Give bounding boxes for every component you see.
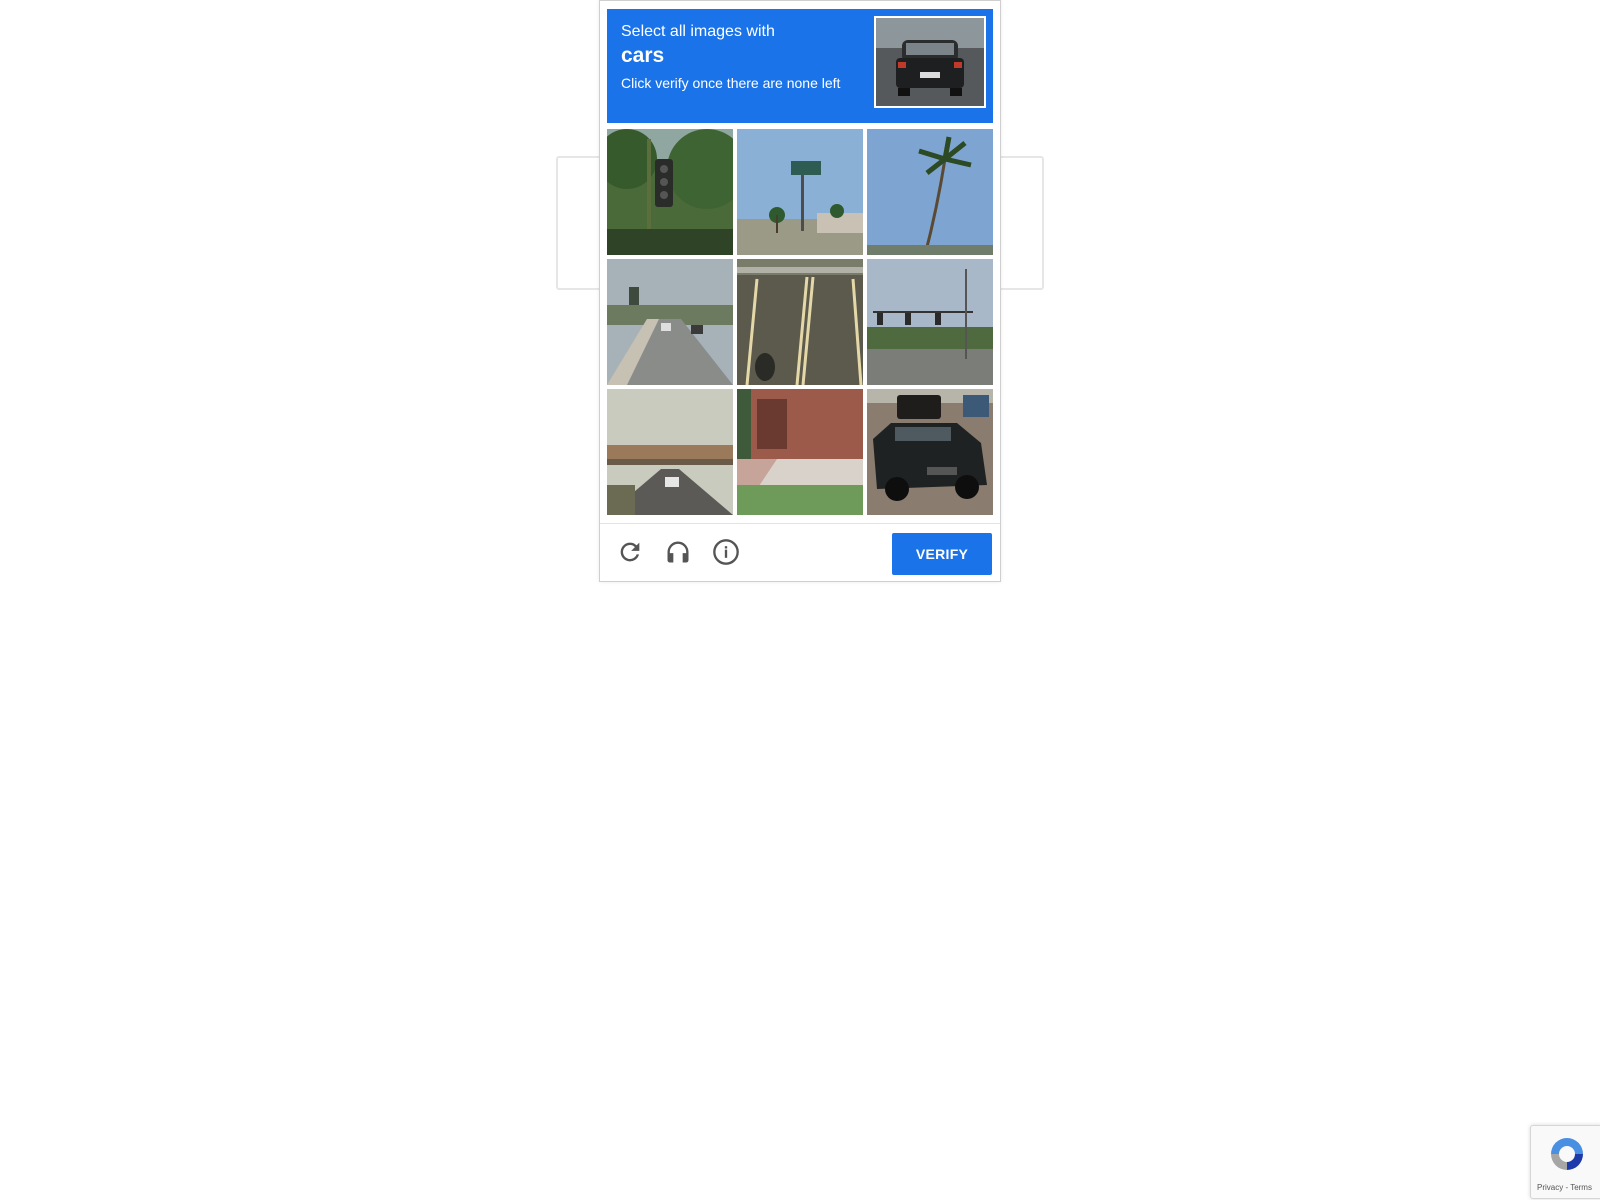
recaptcha-logo-icon [1551,1138,1583,1170]
image-tile-9[interactable] [867,389,993,515]
image-tile-5[interactable] [737,259,863,385]
headphones-icon [667,541,689,563]
image-tile-6[interactable] [867,259,993,385]
audio-challenge-button[interactable] [662,536,694,568]
challenge-header: Select all images with cars Click verify… [607,9,993,123]
image-tile-3[interactable] [867,129,993,255]
recaptcha-challenge: Select all images with cars Click verify… [599,0,1001,582]
verify-button[interactable]: VERIFY [892,533,992,575]
instruction-text: Select all images with [621,23,775,40]
instruction-subtext: Click verify once there are none left [621,75,841,91]
info-icon [713,539,739,565]
road-lane-lines-image [737,259,863,385]
car-rear-sample-icon [876,18,984,106]
challenge-footer: VERIFY [600,523,1000,582]
brick-building-steps-image [737,389,863,515]
image-tile-7[interactable] [607,389,733,515]
reload-button[interactable] [614,536,646,568]
target-keyword: cars [621,44,665,67]
info-button[interactable] [710,536,742,568]
privacy-terms-links[interactable]: Privacy - Terms [1537,1183,1592,1192]
sample-image [874,16,986,108]
image-tile-1[interactable] [607,129,733,255]
sign-pole-palms-image [737,129,863,255]
recaptcha-badge[interactable]: Privacy - Terms [1530,1125,1600,1199]
image-tile-8[interactable] [737,389,863,515]
intersection-traffic-lights-image [867,259,993,385]
traffic-light-trees-image [607,129,733,255]
image-tile-2[interactable] [737,129,863,255]
reload-icon [620,542,640,562]
parked-suv-image [867,389,993,515]
image-tile-4[interactable] [607,259,733,385]
highway-overpass-car-image [607,389,733,515]
palm-tree-sky-image [867,129,993,255]
image-grid [607,129,993,515]
road-with-cars-image [607,259,733,385]
